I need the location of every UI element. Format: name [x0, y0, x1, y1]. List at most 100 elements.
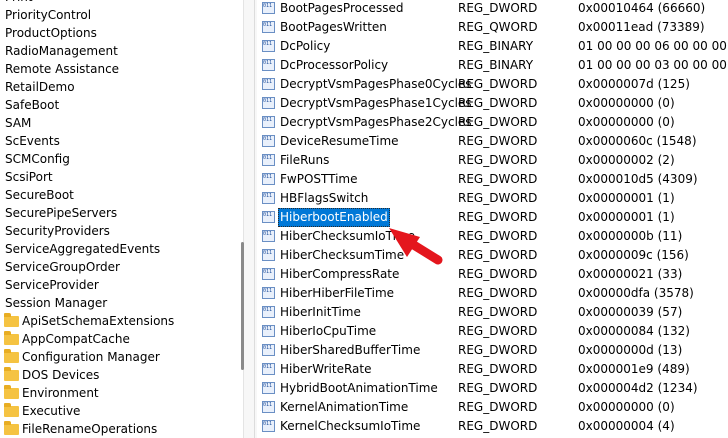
registry-value-row[interactable]: 011 110 DcProcessorPolicy REG_BINARY 01 00 …: [257, 56, 728, 75]
tree-item[interactable]: SafeBoot: [0, 96, 243, 114]
registry-value-row[interactable]: 011 110 DecryptVsmPagesPhase2CyclesREG_DW…: [257, 113, 728, 132]
registry-value-row[interactable]: 011 110 HiberHiberFileTime REG_DWORD 0x0000…: [257, 284, 728, 303]
registry-value-row[interactable]: 011 110 FwPOSTTime REG_DWORD 0x000010d5 (43…: [257, 170, 728, 189]
tree-item[interactable]: Configuration Manager: [0, 348, 243, 366]
pane-splitter[interactable]: [254, 0, 255, 438]
value-data: 0x00000000 (0): [578, 96, 675, 110]
registry-value-row[interactable]: 011 110 DecryptVsmPagesPhase0CyclesREG_DW…: [257, 75, 728, 94]
tree-item-label: Remote Assistance: [5, 62, 120, 76]
value-data: 0x0000009c (156): [578, 248, 689, 262]
value-data: 0x00000001 (1): [578, 191, 675, 205]
tree-item-label: SafeBoot: [5, 98, 60, 112]
value-data: 01 00 00 00 03 00 00 00 00 00: [578, 58, 728, 72]
tree-item[interactable]: Remote Assistance: [0, 60, 243, 78]
tree-item[interactable]: ApiSetSchemaExtensions: [0, 312, 243, 330]
registry-value-row[interactable]: 011 110 HiberCompressRate REG_DWORD 0x00000…: [257, 265, 728, 284]
tree-item[interactable]: Session Manager: [0, 294, 243, 312]
registry-value-row[interactable]: 011 110 KernelChecksumIoTime REG_DWORD 0x00…: [257, 417, 728, 436]
value-type: REG_DWORD: [458, 134, 538, 148]
tree-item[interactable]: RadioManagement: [0, 42, 243, 60]
registry-value-row[interactable]: 011 110 HiberChecksumIoTime REG_DWORD 0x000…: [257, 227, 728, 246]
binary-value-icon: 011 110: [262, 21, 275, 33]
tree-item[interactable]: ServiceProvider: [0, 276, 243, 294]
tree-scrollbar[interactable]: [243, 0, 258, 438]
tree-item[interactable]: SCMConfig: [0, 150, 243, 168]
registry-value-row[interactable]: 011 110 BootPagesProcessed REG_DWORD 0x0001…: [257, 0, 728, 18]
tree-item-label: PriorityControl: [5, 8, 92, 22]
value-name: DecryptVsmPagesPhase1Cycles: [280, 96, 472, 110]
tree-item[interactable]: Environment: [0, 384, 243, 402]
registry-value-row[interactable]: 011 110 DecryptVsmPagesPhase1CyclesREG_DW…: [257, 94, 728, 113]
tree-item[interactable]: PriorityControl: [0, 6, 243, 24]
value-name: HiberCompressRate: [280, 267, 400, 281]
registry-value-row[interactable]: 011 110 HBFlagsSwitch REG_DWORD 0x00000001 …: [257, 189, 728, 208]
binary-value-icon: 011 110: [262, 59, 275, 71]
tree-item[interactable]: SAM: [0, 114, 243, 132]
value-data: 0x00000004 (4): [578, 419, 675, 433]
tree-item[interactable]: AppCompatCache: [0, 330, 243, 348]
tree-item-label: SCMConfig: [5, 152, 70, 166]
binary-value-icon: 011 110: [262, 173, 275, 185]
registry-value-row[interactable]: 011 110 HiberIoCpuTime REG_DWORD 0x00000084…: [257, 322, 728, 341]
value-type: REG_DWORD: [458, 191, 538, 205]
folder-icon: [4, 312, 19, 327]
value-data: 0x000010d5 (4309): [578, 172, 698, 186]
value-name: HiberHiberFileTime: [280, 286, 395, 300]
value-type: REG_QWORD: [458, 20, 538, 34]
value-type: REG_BINARY: [458, 39, 534, 53]
tree-item[interactable]: ServiceGroupOrder: [0, 258, 243, 276]
value-type: REG_DWORD: [458, 153, 538, 167]
binary-value-icon: 011 110: [262, 40, 275, 52]
binary-value-icon: 011 110: [262, 211, 275, 223]
registry-value-row[interactable]: 011 110HiberbootEnabled REG_DWORD 0x000000…: [257, 208, 728, 227]
value-type: REG_DWORD: [458, 1, 538, 15]
tree-item[interactable]: ScsiPort: [0, 168, 243, 186]
value-name: HiberChecksumIoTime: [280, 229, 415, 243]
tree-item[interactable]: ScEvents: [0, 132, 243, 150]
binary-value-icon: 011 110: [262, 287, 275, 299]
tree-item[interactable]: ProductOptions: [0, 24, 243, 42]
tree-item[interactable]: RetailDemo: [0, 78, 243, 96]
binary-value-icon: 011 110: [262, 97, 275, 109]
registry-value-row[interactable]: 011 110 KernelAnimationTime REG_DWORD 0x000…: [257, 398, 728, 417]
binary-value-icon: 011 110: [262, 420, 275, 432]
value-data: 0x00011ead (73389): [578, 20, 705, 34]
value-name: DcPolicy: [280, 39, 331, 53]
tree-item[interactable]: Executive: [0, 402, 243, 420]
value-data: 0x00000000 (0): [578, 400, 675, 414]
registry-value-row[interactable]: 011 110 BootPagesWritten REG_QWORD 0x00011e…: [257, 18, 728, 37]
value-data: 0x00000000 (0): [578, 115, 675, 129]
tree-item[interactable]: FileRenameOperations: [0, 420, 243, 438]
value-type: REG_DWORD: [458, 419, 538, 433]
registry-value-row[interactable]: 011 110 DeviceResumeTime REG_DWORD 0x000006…: [257, 132, 728, 151]
tree-item-label: Configuration Manager: [22, 350, 160, 364]
registry-value-row[interactable]: 011 110 FileRuns REG_DWORD 0x00000002 (2): [257, 151, 728, 170]
binary-value-icon: 011 110: [262, 382, 275, 394]
value-name: FwPOSTTime: [280, 172, 358, 186]
tree-item[interactable]: DOS Devices: [0, 366, 243, 384]
registry-values-list[interactable]: 011 110 BootPagesProcessed REG_DWORD 0x0001…: [257, 0, 728, 438]
value-name: HiberIoCpuTime: [280, 324, 377, 338]
registry-value-row[interactable]: 011 110 HybridBootAnimationTime REG_DWORD 0…: [257, 379, 728, 398]
registry-value-row[interactable]: 011 110 HiberInitTime REG_DWORD 0x00000039 …: [257, 303, 728, 322]
binary-value-icon: 011 110: [262, 249, 275, 261]
tree-item[interactable]: ServiceAggregatedEvents: [0, 240, 243, 258]
value-type: REG_DWORD: [458, 305, 538, 319]
value-name: HiberChecksumTime: [280, 248, 405, 262]
tree-item-label: FileRenameOperations: [22, 422, 158, 436]
tree-item[interactable]: SecurePipeServers: [0, 204, 243, 222]
registry-value-row[interactable]: 011 110 HiberWriteRate REG_DWORD 0x000001e9…: [257, 360, 728, 379]
registry-value-row[interactable]: 011 110 DcPolicy REG_BINARY 01 00 00 00 06 …: [257, 37, 728, 56]
value-data: 0x00000084 (132): [578, 324, 690, 338]
tree-item[interactable]: SecureBoot: [0, 186, 243, 204]
value-name: BootPagesWritten: [280, 20, 387, 34]
tree-scrollbar-thumb[interactable]: [241, 242, 244, 370]
value-name: HiberWriteRate: [280, 362, 372, 376]
registry-value-row[interactable]: 011 110 HiberChecksumTime REG_DWORD 0x00000…: [257, 246, 728, 265]
tree-item[interactable]: SecurityProviders: [0, 222, 243, 240]
registry-value-row[interactable]: 011 110 HiberSharedBufferTime REG_DWORD 0x0…: [257, 341, 728, 360]
value-data: 01 00 00 00 06 00 00 00 03 00: [578, 39, 728, 53]
value-name: HybridBootAnimationTime: [280, 381, 438, 395]
value-name: KernelAnimationTime: [280, 400, 409, 414]
registry-key-tree[interactable]: Print PriorityControl ProductOptions RadioM…: [0, 0, 243, 438]
